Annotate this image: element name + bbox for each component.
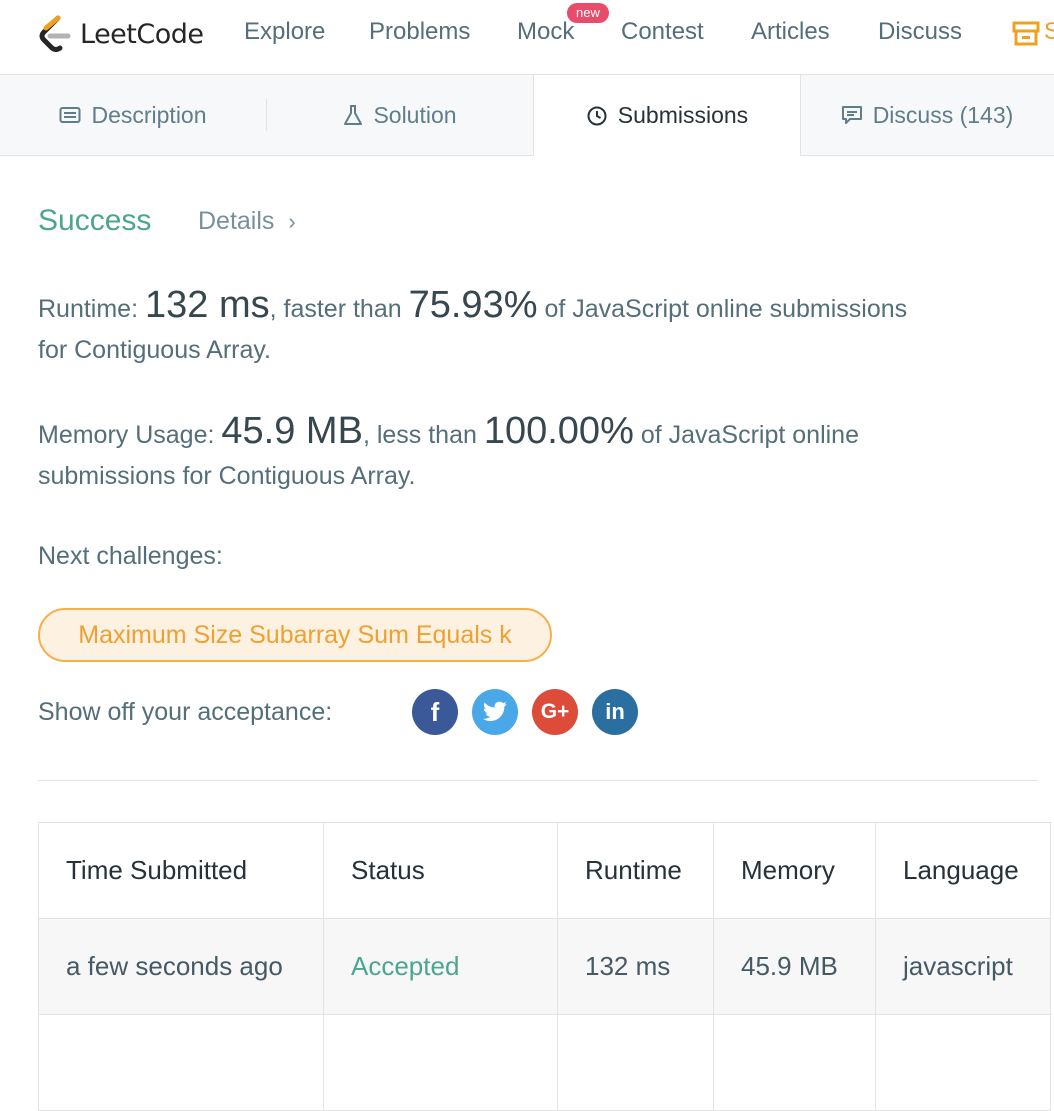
tab-discuss[interactable]: Discuss (143)	[800, 75, 1054, 155]
tab-submissions-label: Submissions	[617, 102, 749, 128]
description-icon	[59, 107, 81, 123]
nav-articles[interactable]: Articles	[751, 18, 830, 46]
store-label[interactable]: S	[1044, 18, 1054, 46]
col-language: Language	[875, 822, 1051, 919]
twitter-share-button[interactable]	[472, 689, 518, 735]
nav-explore[interactable]: Explore	[244, 18, 325, 46]
logo[interactable]: LeetCode	[36, 12, 204, 56]
col-status: Status	[323, 822, 558, 919]
google-plus-icon: G+	[540, 700, 570, 723]
runtime-comparison: , faster than	[269, 295, 402, 323]
cell-status: Accepted	[323, 918, 558, 1015]
tab-description-label: Description	[91, 101, 207, 128]
col-time-submitted: Time Submitted	[38, 822, 324, 919]
nav-problems[interactable]: Problems	[369, 18, 470, 46]
linkedin-icon: in	[605, 699, 625, 724]
next-challenge-chip[interactable]: Maximum Size Subarray Sum Equals k	[38, 608, 552, 662]
accepted-link[interactable]: Accepted	[351, 951, 459, 981]
table-row	[38, 1014, 1051, 1111]
chevron-right-icon: ›	[288, 209, 296, 234]
cell-empty	[38, 1014, 324, 1111]
memory-tail: of JavaScript online	[640, 421, 859, 449]
google-plus-share-button[interactable]: G+	[532, 689, 578, 735]
runtime-label: Runtime:	[38, 295, 139, 323]
submission-status: Success	[38, 204, 152, 237]
logo-text: LeetCode	[80, 18, 204, 50]
top-navbar: LeetCode Explore Problems Mock new Conte…	[0, 0, 1054, 75]
memory-line: Memory Usage: 45.9 MB, less than 100.00%…	[38, 410, 859, 453]
table-row: a few seconds ago Accepted 132 ms 45.9 M…	[38, 918, 1051, 1015]
store-icon[interactable]	[1012, 20, 1040, 46]
tab-solution-label: Solution	[373, 101, 457, 128]
discuss-icon	[841, 106, 862, 124]
memory-comparison: , less than	[362, 421, 477, 449]
facebook-icon: f	[430, 696, 440, 727]
col-runtime: Runtime	[557, 822, 714, 919]
problem-tabs: Description Solution Submissions Discuss…	[0, 75, 1054, 156]
twitter-icon	[482, 701, 507, 721]
nav-contest[interactable]: Contest	[621, 18, 704, 46]
next-challenges-label: Next challenges:	[38, 542, 223, 570]
cell-empty	[713, 1014, 876, 1111]
details-label: Details	[198, 207, 275, 235]
runtime-value: 132 ms	[145, 284, 270, 326]
nav-mock[interactable]: Mock	[517, 18, 574, 46]
cell-empty	[875, 1014, 1051, 1111]
cell-language: javascript	[875, 918, 1051, 1015]
tab-submissions[interactable]: Submissions	[533, 75, 801, 156]
submissions-table: Time Submitted Status Runtime Memory Lan…	[38, 822, 1051, 1111]
runtime-line-2: for Contiguous Array.	[38, 336, 271, 364]
facebook-share-button[interactable]: f	[412, 689, 458, 735]
cell-time: a few seconds ago	[38, 918, 324, 1015]
cell-memory: 45.9 MB	[713, 918, 876, 1015]
tab-discuss-label: Discuss (143)	[872, 101, 1014, 128]
memory-percentile: 100.00%	[483, 410, 634, 452]
share-label: Show off your acceptance:	[38, 698, 333, 726]
new-badge: new	[567, 3, 609, 23]
leetcode-logo-icon	[39, 15, 71, 52]
runtime-tail: of JavaScript online submissions	[544, 295, 908, 323]
cell-runtime: 132 ms	[557, 918, 714, 1015]
memory-value: 45.9 MB	[221, 410, 363, 452]
divider	[38, 780, 1038, 781]
linkedin-share-button[interactable]: in	[592, 689, 638, 735]
details-link[interactable]: Details ›	[198, 207, 296, 236]
cell-empty	[323, 1014, 558, 1111]
table-header-row: Time Submitted Status Runtime Memory Lan…	[38, 822, 1051, 919]
col-memory: Memory	[713, 822, 876, 919]
tab-solution[interactable]: Solution	[267, 75, 533, 155]
runtime-line: Runtime: 132 ms, faster than 75.93% of J…	[38, 284, 907, 327]
runtime-percentile: 75.93%	[408, 284, 538, 326]
nav-discuss[interactable]: Discuss	[878, 18, 962, 46]
memory-label: Memory Usage:	[38, 421, 215, 449]
clock-icon	[587, 106, 607, 125]
memory-line-2: submissions for Contiguous Array.	[38, 462, 416, 490]
flask-icon	[344, 105, 363, 125]
cell-empty	[557, 1014, 714, 1111]
tab-description[interactable]: Description	[0, 75, 266, 155]
